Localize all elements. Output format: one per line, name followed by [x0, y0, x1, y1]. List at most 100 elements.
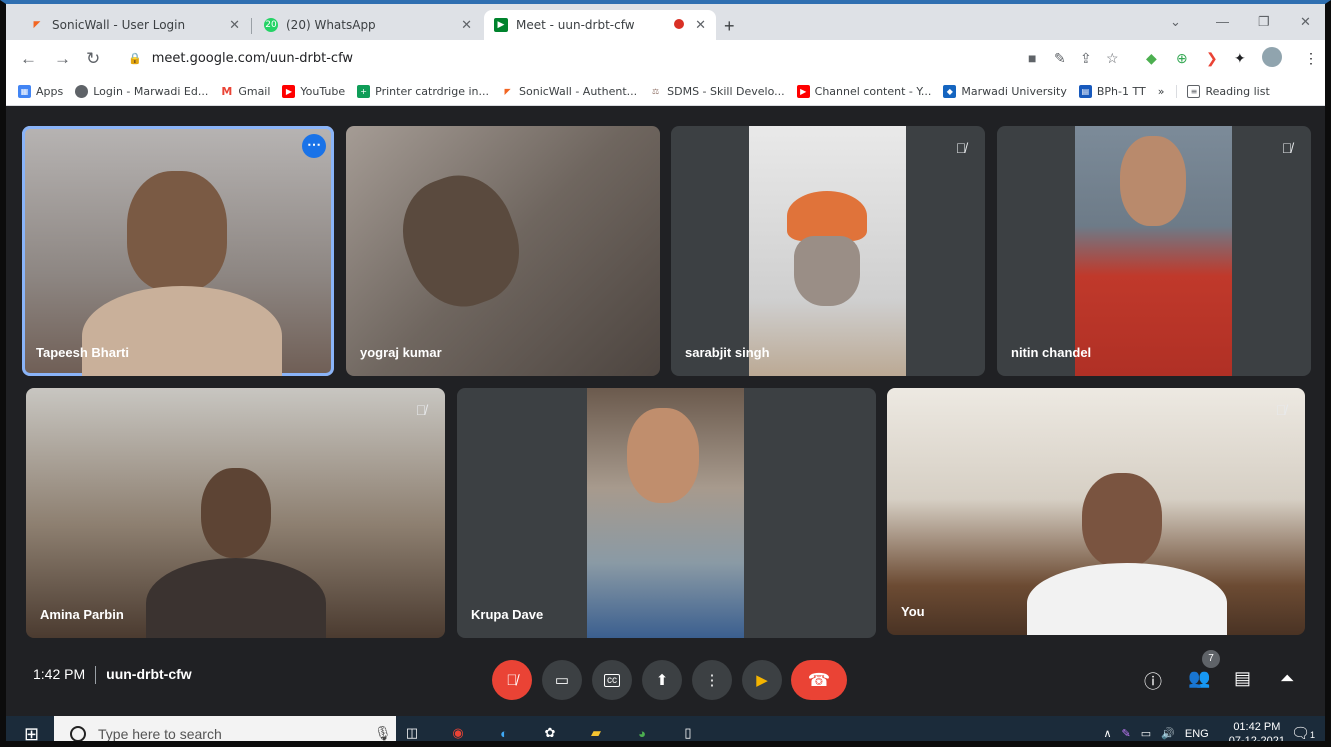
gmail-icon: M	[220, 85, 234, 98]
bookmark-youtube[interactable]: ▶ YouTube	[282, 85, 345, 98]
participant-tile[interactable]: 🎙̸ sarabjit singh	[671, 126, 985, 376]
notification-center-icon[interactable]: 🗨1	[1291, 724, 1315, 741]
more-options-button[interactable]: ⋮	[692, 660, 732, 700]
file-explorer-icon[interactable]: ▰	[585, 722, 607, 741]
participant-tile[interactable]: 🎙̸ You	[887, 388, 1305, 635]
profile-avatar[interactable]	[1262, 47, 1282, 67]
activities-shapes-icon[interactable]: ⏶	[1280, 668, 1294, 689]
share-icon[interactable]: ⇪	[1080, 50, 1092, 67]
captions-button[interactable]: cc	[592, 660, 632, 700]
activities-button[interactable]: ▶	[742, 660, 782, 700]
bookmark-gmail[interactable]: M Gmail	[220, 85, 270, 98]
microphone-icon[interactable]: 🎙	[374, 725, 392, 741]
bookmark-printer[interactable]: + Printer catrdrige in...	[357, 85, 489, 98]
language-indicator[interactable]: ENG	[1185, 728, 1209, 740]
recording-icon	[674, 19, 684, 29]
tab-sonicwall[interactable]: ◤ SonicWall - User Login ✕	[20, 10, 250, 40]
bookmark-sdms[interactable]: ⚖ SDMS - Skill Develo...	[649, 85, 785, 98]
tab-meet[interactable]: ▶ Meet - uun-drbt-cfw ✕	[484, 10, 716, 40]
forward-icon[interactable]: →	[54, 49, 71, 69]
pen-icon[interactable]: ✎	[1122, 727, 1131, 740]
mic-off-icon: 🎙̸	[1281, 140, 1293, 156]
participant-name: Tapeesh Bharti	[36, 345, 129, 360]
back-icon[interactable]: ←	[20, 49, 37, 69]
extension-icon[interactable]: ◆	[1146, 50, 1157, 67]
participant-video	[127, 171, 227, 291]
windows-start-icon[interactable]: ⊞	[24, 724, 39, 741]
globe-icon	[75, 85, 89, 98]
meeting-code[interactable]: uun-drbt-cfw	[106, 666, 192, 682]
people-icon[interactable]: 👥	[1188, 668, 1210, 689]
bookmarks-bar: ▦ Apps Login - Marwadi Ed... M Gmail ▶ YouT…	[6, 78, 1325, 106]
participant-tile[interactable]: yograj kumar	[346, 126, 660, 376]
extensions-puzzle-icon[interactable]: ✦	[1234, 50, 1246, 67]
reading-list[interactable]: ≡ Reading list	[1176, 85, 1270, 98]
apps-grid-icon: ▦	[18, 85, 31, 98]
bookmark-channel-content[interactable]: ▶ Channel content - Y...	[796, 85, 931, 98]
university-shield-icon: ◆	[943, 85, 957, 98]
chat-icon[interactable]: ▤	[1234, 668, 1251, 689]
taskbar-clock[interactable]: 01:42 PM 07-12-2021	[1219, 720, 1285, 747]
camera-icon[interactable]: ■	[1028, 50, 1036, 66]
participant-tile[interactable]: Krupa Dave	[457, 388, 876, 638]
participant-video	[387, 161, 535, 321]
volume-icon[interactable]: 🔊	[1161, 727, 1175, 740]
extension-icon[interactable]: ⊕	[1176, 50, 1188, 67]
bookmark-star-icon[interactable]: ☆	[1106, 50, 1119, 67]
participant-name: yograj kumar	[360, 345, 442, 360]
bookmarks-overflow[interactable]: »	[1158, 85, 1165, 98]
bookmark-label: Gmail	[238, 85, 271, 98]
task-view-icon[interactable]: ◫	[401, 722, 423, 741]
minimize-icon[interactable]: —	[1216, 14, 1229, 29]
new-tab-icon[interactable]: +	[724, 16, 735, 37]
overflow-chevron: »	[1157, 85, 1165, 98]
taskbar-search[interactable]: Type here to search 🎙	[54, 716, 396, 741]
tab-search-icon[interactable]: ⌄	[1170, 14, 1181, 30]
close-tab-icon[interactable]: ✕	[461, 18, 472, 33]
participant-tile[interactable]: 🎙̸ nitin chandel	[997, 126, 1311, 376]
bookmark-sonicwall[interactable]: ◤ SonicWall - Authent...	[501, 85, 637, 98]
participant-tile[interactable]: 🎙̸ Amina Parbin	[26, 388, 445, 638]
mic-off-icon: 🎙̸	[506, 671, 518, 689]
chrome-icon[interactable]: ◉	[447, 722, 469, 741]
participant-video	[1082, 473, 1162, 568]
bookmark-login-marwadi[interactable]: Login - Marwadi Ed...	[75, 85, 208, 98]
notification-badge: 1	[1309, 730, 1315, 740]
toggle-mic-button[interactable]: 🎙̸	[492, 660, 532, 700]
bookmark-bph-tt[interactable]: ▤ BPh-1 TT	[1078, 85, 1146, 98]
chrome-profile-icon[interactable]: ◕	[631, 722, 653, 741]
reload-icon[interactable]: ↻	[86, 49, 100, 69]
sdms-icon: ⚖	[649, 85, 663, 98]
menu-kebab-icon[interactable]: ⋮	[1304, 50, 1318, 67]
close-window-icon[interactable]: ✕	[1300, 14, 1311, 30]
tab-whatsapp[interactable]: 20 (20) WhatsApp ✕	[254, 10, 482, 40]
battery-icon[interactable]: ▭	[1141, 727, 1151, 740]
bookmark-apps[interactable]: ▦ Apps	[18, 85, 63, 98]
participant-tile[interactable]: ⋯ Tapeesh Bharti	[22, 126, 334, 376]
extension-icon[interactable]: ❯	[1206, 50, 1218, 67]
bookmark-marwadi-university[interactable]: ◆ Marwadi University	[943, 85, 1067, 98]
meet-stage: ⋯ Tapeesh Bharti yograj kumar 🎙̸ sarabji…	[6, 107, 1325, 710]
windows-taskbar: ⊞ Type here to search 🎙 ◫ ◉ ◐ ✿ ▰ ◕ ▯ ∧ …	[6, 716, 1325, 747]
mic-blocked-icon[interactable]: ✎	[1054, 50, 1066, 67]
close-tab-icon[interactable]: ✕	[229, 18, 240, 33]
edge-icon[interactable]: ◐	[493, 722, 515, 741]
close-tab-icon[interactable]: ✕	[695, 18, 706, 33]
openai-icon[interactable]: ✿	[539, 722, 561, 741]
camera-icon: ▭	[554, 672, 570, 689]
bookmark-label: BPh-1 TT	[1096, 85, 1146, 98]
more-options-icon[interactable]: ⋯	[302, 134, 326, 158]
tray-overflow-icon[interactable]: ∧	[1103, 727, 1111, 740]
participant-name: sarabjit singh	[685, 345, 770, 360]
notepad-icon[interactable]: ▯	[677, 722, 699, 741]
restore-icon[interactable]: ❐	[1258, 14, 1270, 30]
participant-name: nitin chandel	[1011, 345, 1092, 360]
leave-call-button[interactable]: ☎	[791, 660, 847, 700]
address-bar[interactable]: 🔒 meet.google.com/uun-drbt-cfw	[118, 44, 1018, 72]
present-button[interactable]: ⬆	[642, 660, 682, 700]
meeting-details-icon[interactable]: ⓘ	[1144, 668, 1162, 694]
clock-date: 07-12-2021	[1228, 734, 1285, 747]
bookmark-label: Login - Marwadi Ed...	[93, 85, 209, 98]
toggle-camera-button[interactable]: ▭	[542, 660, 582, 700]
bookmark-label: Marwadi University	[961, 85, 1067, 98]
